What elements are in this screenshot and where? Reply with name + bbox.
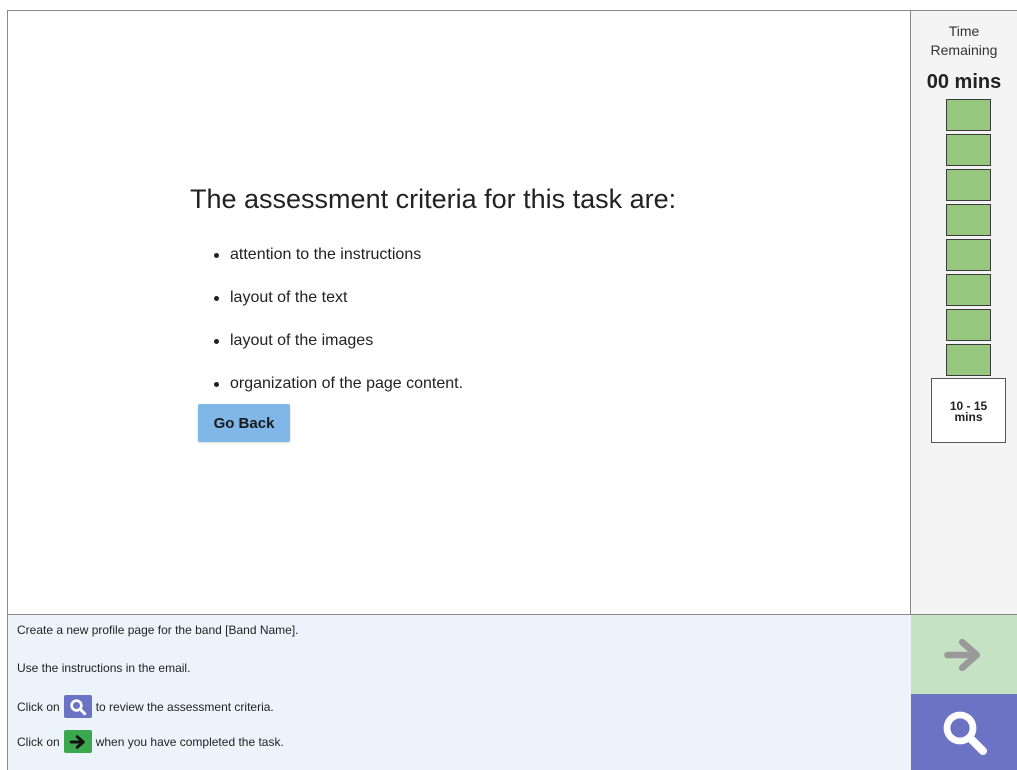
- timer-block: [946, 309, 991, 341]
- search-icon: [940, 708, 988, 756]
- arrow-right-icon: [942, 633, 986, 677]
- task-instructions-panel: Create a new profile page for the band […: [7, 614, 911, 770]
- instruction-line-search: Click on to review the assessment criter…: [17, 695, 274, 718]
- arrow-right-icon: [63, 730, 92, 753]
- timer-block: [946, 204, 991, 236]
- search-icon: [63, 695, 92, 718]
- time-range-box: 10 - 15 mins: [931, 378, 1006, 443]
- time-remaining-value: 00 mins: [926, 71, 1002, 93]
- instruction-line-next: Click on when you have completed the tas…: [17, 730, 284, 753]
- instruction-line: Create a new profile page for the band […: [17, 623, 299, 637]
- criteria-list: attention to the instructions layout of …: [213, 246, 463, 418]
- timer-block: [946, 239, 991, 271]
- timer-block: [946, 344, 991, 376]
- main-content-panel: The assessment criteria for this task ar…: [7, 10, 911, 614]
- review-criteria-button[interactable]: [911, 694, 1017, 770]
- timer-block: [946, 274, 991, 306]
- timer-block: [946, 134, 991, 166]
- timer-block: [946, 169, 991, 201]
- criteria-heading: The assessment criteria for this task ar…: [190, 184, 677, 214]
- criteria-item: attention to the instructions: [213, 246, 463, 289]
- timer-sidebar: Time Remaining 00 mins 10 - 15 mins: [911, 10, 1017, 614]
- criteria-item: layout of the images: [213, 332, 463, 375]
- timer-block: [946, 99, 991, 131]
- time-remaining-label: Time Remaining: [930, 23, 998, 58]
- timer-progress-blocks: [946, 99, 991, 379]
- next-task-button[interactable]: [911, 614, 1017, 694]
- criteria-item: layout of the text: [213, 289, 463, 332]
- go-back-button[interactable]: Go Back: [198, 404, 290, 442]
- instruction-line: Use the instructions in the email.: [17, 661, 191, 675]
